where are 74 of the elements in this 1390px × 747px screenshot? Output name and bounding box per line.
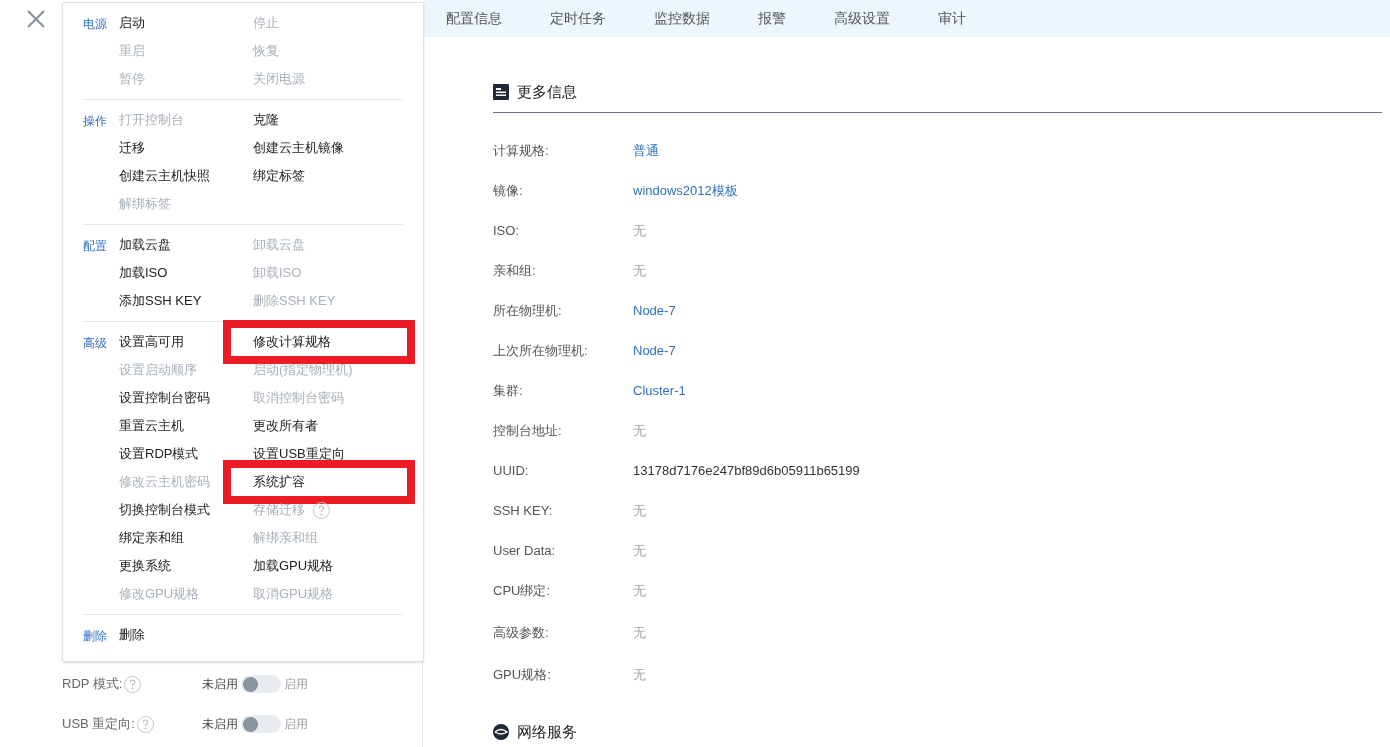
- menu-item[interactable]: 切换控制台模式: [119, 500, 210, 520]
- menu-item[interactable]: 加载GPU规格: [253, 556, 334, 576]
- section-title: 网络服务: [517, 721, 577, 742]
- menu-item[interactable]: 更换系统: [119, 556, 171, 576]
- tab[interactable]: 报警: [758, 8, 786, 29]
- field-label: ISO:: [493, 221, 520, 240]
- on-label: 启用: [284, 716, 308, 733]
- on-label: 启用: [284, 676, 308, 693]
- field-label: 所在物理机:: [493, 301, 563, 320]
- field-label: CPU绑定:: [493, 581, 552, 600]
- document-icon: [493, 84, 509, 101]
- menu-item[interactable]: 绑定标签: [253, 166, 305, 186]
- field-value[interactable]: windows2012模板: [633, 180, 738, 201]
- field-label: User Data:: [493, 541, 557, 560]
- menu-item[interactable]: 系统扩容: [253, 472, 305, 492]
- field-label: 计算规格:: [493, 141, 550, 160]
- menu-item[interactable]: 重置云主机: [119, 416, 184, 436]
- setting-label: USB 重定向:: [62, 715, 135, 734]
- menu-section-label: 删除: [83, 628, 108, 645]
- menu-section-label: 操作: [83, 113, 108, 130]
- menu-item[interactable]: 加载云盘: [119, 235, 171, 255]
- setting-label: RDP 模式:: [62, 675, 123, 694]
- menu-item[interactable]: 设置高可用: [119, 332, 184, 352]
- close-icon[interactable]: [26, 8, 46, 29]
- field-label: 集群:: [493, 381, 524, 400]
- section-title: 更多信息: [517, 82, 577, 102]
- tab[interactable]: 审计: [938, 8, 966, 29]
- tab[interactable]: 监控数据: [654, 8, 710, 29]
- field-label: 亲和组:: [493, 261, 537, 280]
- menu-item[interactable]: 设置RDP模式: [119, 444, 199, 464]
- field-label: 镜像:: [493, 181, 524, 200]
- toggle-switch[interactable]: [241, 715, 281, 733]
- menu-item[interactable]: 克隆: [253, 110, 279, 130]
- menu-section-label: 配置: [83, 238, 108, 255]
- menu-item[interactable]: 绑定亲和组: [119, 528, 184, 548]
- menu-item[interactable]: 添加SSH KEY: [119, 291, 202, 311]
- field-label: GPU规格:: [493, 665, 552, 684]
- menu-item[interactable]: 迁移: [119, 138, 145, 158]
- field-value[interactable]: Node-7: [633, 300, 676, 321]
- field-value[interactable]: Cluster-1: [633, 380, 686, 401]
- field-label: 高级参数:: [493, 623, 550, 642]
- field-value: 无: [633, 421, 646, 440]
- off-label: 未启用: [202, 676, 238, 693]
- field-label: UUID:: [493, 461, 530, 480]
- menu-item[interactable]: 设置USB重定向: [253, 444, 345, 464]
- network-icon: [493, 723, 509, 740]
- field-value: 无: [633, 623, 646, 642]
- field-value[interactable]: Node-7: [633, 340, 676, 361]
- toggle-switch[interactable]: [241, 675, 281, 693]
- tab[interactable]: 定时任务: [550, 8, 606, 29]
- menu-item[interactable]: 删除: [119, 625, 145, 645]
- menu-section-label: 电源: [83, 16, 108, 33]
- field-value: 无: [633, 581, 646, 600]
- off-label: 未启用: [202, 716, 238, 733]
- field-value: 无: [633, 541, 646, 560]
- menu-item[interactable]: 设置控制台密码: [119, 388, 210, 408]
- menu-item[interactable]: 创建云主机快照: [119, 166, 210, 186]
- tab[interactable]: 配置信息: [446, 8, 502, 29]
- field-value: 无: [633, 221, 646, 240]
- field-label: 上次所在物理机:: [493, 341, 589, 360]
- field-value[interactable]: 普通: [633, 140, 659, 161]
- field-value: 无: [633, 261, 646, 280]
- field-label: 控制台地址:: [493, 421, 563, 440]
- menu-section-label: 高级: [83, 335, 108, 352]
- field-value: 无: [633, 501, 646, 520]
- field-value: 13178d7176e247bf89d6b05911b65199: [633, 461, 860, 480]
- menu-item[interactable]: 启动: [119, 13, 145, 33]
- menu-item[interactable]: 修改计算规格: [253, 332, 331, 352]
- menu-item[interactable]: 更改所有者: [253, 416, 318, 436]
- menu-item[interactable]: 加载ISO: [119, 263, 168, 283]
- field-label: SSH KEY:: [493, 501, 554, 520]
- menu-item[interactable]: 创建云主机镜像: [253, 138, 344, 158]
- field-value: 无: [633, 665, 646, 684]
- tab[interactable]: 高级设置: [834, 8, 890, 29]
